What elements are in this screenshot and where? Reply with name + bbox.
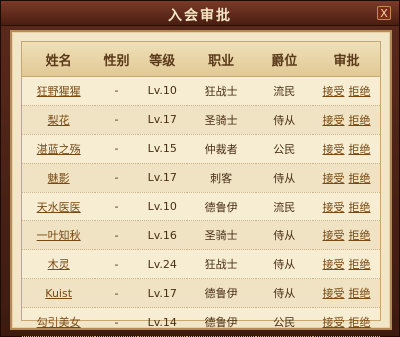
applicant-class: 狂战士: [204, 84, 238, 98]
applicant-rank: 流民: [273, 200, 296, 214]
applicant-name[interactable]: 狂野猩猩: [37, 85, 81, 98]
accept-link[interactable]: 接受: [323, 85, 345, 98]
accept-link[interactable]: 接受: [323, 143, 345, 156]
header-level: 等级: [137, 42, 187, 77]
header-name: 姓名: [22, 42, 96, 77]
applicant-class: 狂战士: [204, 258, 238, 272]
applicant-gender: -: [114, 315, 119, 329]
applicant-name[interactable]: 天水医医: [37, 201, 81, 214]
accept-link[interactable]: 接受: [323, 287, 345, 300]
applicant-level: Lv.14: [147, 315, 177, 329]
reject-link[interactable]: 拒绝: [349, 172, 371, 185]
applicant-class: 德鲁伊: [204, 200, 238, 214]
applicant-gender: -: [114, 113, 119, 127]
reject-link[interactable]: 拒绝: [349, 114, 371, 127]
applicant-level: Lv.17: [147, 113, 177, 127]
accept-link[interactable]: 接受: [323, 316, 345, 329]
applicant-gender: -: [114, 286, 119, 300]
applicant-gender: -: [114, 142, 119, 156]
applicant-name[interactable]: 魅影: [48, 172, 70, 185]
applicant-rank: 流民: [273, 84, 296, 98]
applicant-class: 刺客: [210, 171, 233, 185]
accept-link[interactable]: 接受: [323, 201, 345, 214]
applicant-level: Lv.17: [147, 171, 177, 185]
applicant-class: 德鲁伊: [204, 316, 238, 330]
approval-actions: 接受 拒绝: [313, 278, 380, 309]
accept-link[interactable]: 接受: [323, 258, 345, 271]
title-bar[interactable]: 入会审批 X: [1, 1, 399, 26]
applicant-rank: 公民: [273, 316, 296, 330]
close-icon[interactable]: X: [377, 6, 391, 20]
applicant-gender: -: [114, 84, 119, 98]
approval-actions: 接受 拒绝: [313, 220, 380, 251]
applicant-name[interactable]: 勾引美女: [37, 316, 81, 329]
applicant-rank: 公民: [273, 142, 296, 156]
header-approval: 审批: [313, 42, 380, 77]
reject-link[interactable]: 拒绝: [349, 258, 371, 271]
applicant-class: 圣骑士: [204, 229, 238, 243]
reject-link[interactable]: 拒绝: [349, 316, 371, 329]
content-panel: 姓名 性别 等级 职业 爵位 审批 狂野猩猩 - Lv.10 狂战士 流民 接受 拒绝 梨花 -…: [10, 30, 392, 337]
applicant-gender: -: [114, 228, 119, 242]
applicant-gender: -: [114, 171, 119, 185]
approval-window: 入会审批 X 姓名 性别 等级 职业 爵位 审批 狂野猩猩 - Lv.10 狂战士 流民…: [0, 0, 400, 337]
applicant-level: Lv.10: [147, 200, 177, 213]
applicant-level: Lv.16: [147, 228, 177, 242]
table-row: Kuist - Lv.17 德鲁伊 侍从 接受 拒绝: [22, 278, 380, 309]
applicant-name[interactable]: Kuist: [45, 287, 72, 300]
table-row: 天水医医 - Lv.10 德鲁伊 流民 接受 拒绝: [22, 192, 380, 222]
applicant-class: 圣骑士: [204, 113, 238, 127]
applicant-rank: 侍从: [273, 258, 296, 272]
approval-actions: 接受 拒绝: [313, 249, 380, 280]
applicant-name[interactable]: 梨花: [48, 114, 70, 127]
table-row: 梨花 - Lv.17 圣骑士 侍从 接受 拒绝: [22, 105, 380, 135]
applicant-level: Lv.24: [147, 257, 177, 271]
table-row: 木灵 - Lv.24 狂战士 侍从 接受 拒绝: [22, 249, 380, 280]
header-gender: 性别: [95, 42, 138, 77]
applicant-rank: 侍从: [273, 287, 296, 301]
reject-link[interactable]: 拒绝: [349, 229, 371, 242]
table-row: 湛蓝之殇 - Lv.15 仲裁者 公民 接受 拒绝: [22, 134, 380, 164]
applicant-level: Lv.15: [147, 142, 177, 156]
applicant-name[interactable]: 木灵: [48, 258, 70, 271]
reject-link[interactable]: 拒绝: [349, 287, 371, 300]
approval-actions: 接受 拒绝: [313, 307, 380, 337]
header-class: 职业: [186, 42, 256, 77]
applicant-level: Lv.10: [147, 84, 177, 98]
applicant-table-frame: 姓名 性别 等级 职业 爵位 审批 狂野猩猩 - Lv.10 狂战士 流民 接受 拒绝 梨花 -…: [21, 41, 381, 337]
applicant-gender: -: [114, 200, 119, 213]
applicant-rank: 侍从: [273, 229, 296, 243]
applicant-name[interactable]: 湛蓝之殇: [37, 143, 81, 156]
applicant-class: 德鲁伊: [204, 287, 238, 301]
reject-link[interactable]: 拒绝: [349, 201, 371, 214]
table-row: 一叶知秋 - Lv.16 圣骑士 侍从 接受 拒绝: [22, 220, 380, 251]
table-row: 勾引美女 - Lv.14 德鲁伊 公民 接受 拒绝: [22, 307, 380, 337]
table-row: 魅影 - Lv.17 刺客 侍从 接受 拒绝: [22, 163, 380, 193]
accept-link[interactable]: 接受: [323, 172, 345, 185]
applicant-rank: 侍从: [273, 171, 296, 185]
approval-actions: 接受 拒绝: [313, 192, 380, 222]
applicant-gender: -: [114, 257, 119, 271]
accept-link[interactable]: 接受: [323, 229, 345, 242]
reject-link[interactable]: 拒绝: [349, 85, 371, 98]
reject-link[interactable]: 拒绝: [349, 143, 371, 156]
approval-actions: 接受 拒绝: [313, 134, 380, 164]
approval-actions: 接受 拒绝: [313, 76, 380, 106]
table-header-row: 姓名 性别 等级 职业 爵位 审批: [22, 42, 380, 77]
applicant-table: 姓名 性别 等级 职业 爵位 审批 狂野猩猩 - Lv.10 狂战士 流民 接受 拒绝 梨花 -…: [22, 42, 380, 337]
applicant-name[interactable]: 一叶知秋: [37, 229, 81, 242]
applicant-rank: 侍从: [273, 113, 296, 127]
applicant-level: Lv.17: [147, 286, 177, 300]
approval-actions: 接受 拒绝: [313, 105, 380, 135]
accept-link[interactable]: 接受: [323, 114, 345, 127]
header-rank: 爵位: [255, 42, 313, 77]
applicant-class: 仲裁者: [204, 142, 238, 156]
table-row: 狂野猩猩 - Lv.10 狂战士 流民 接受 拒绝: [22, 76, 380, 106]
approval-actions: 接受 拒绝: [313, 163, 380, 193]
window-title: 入会审批: [168, 8, 232, 24]
